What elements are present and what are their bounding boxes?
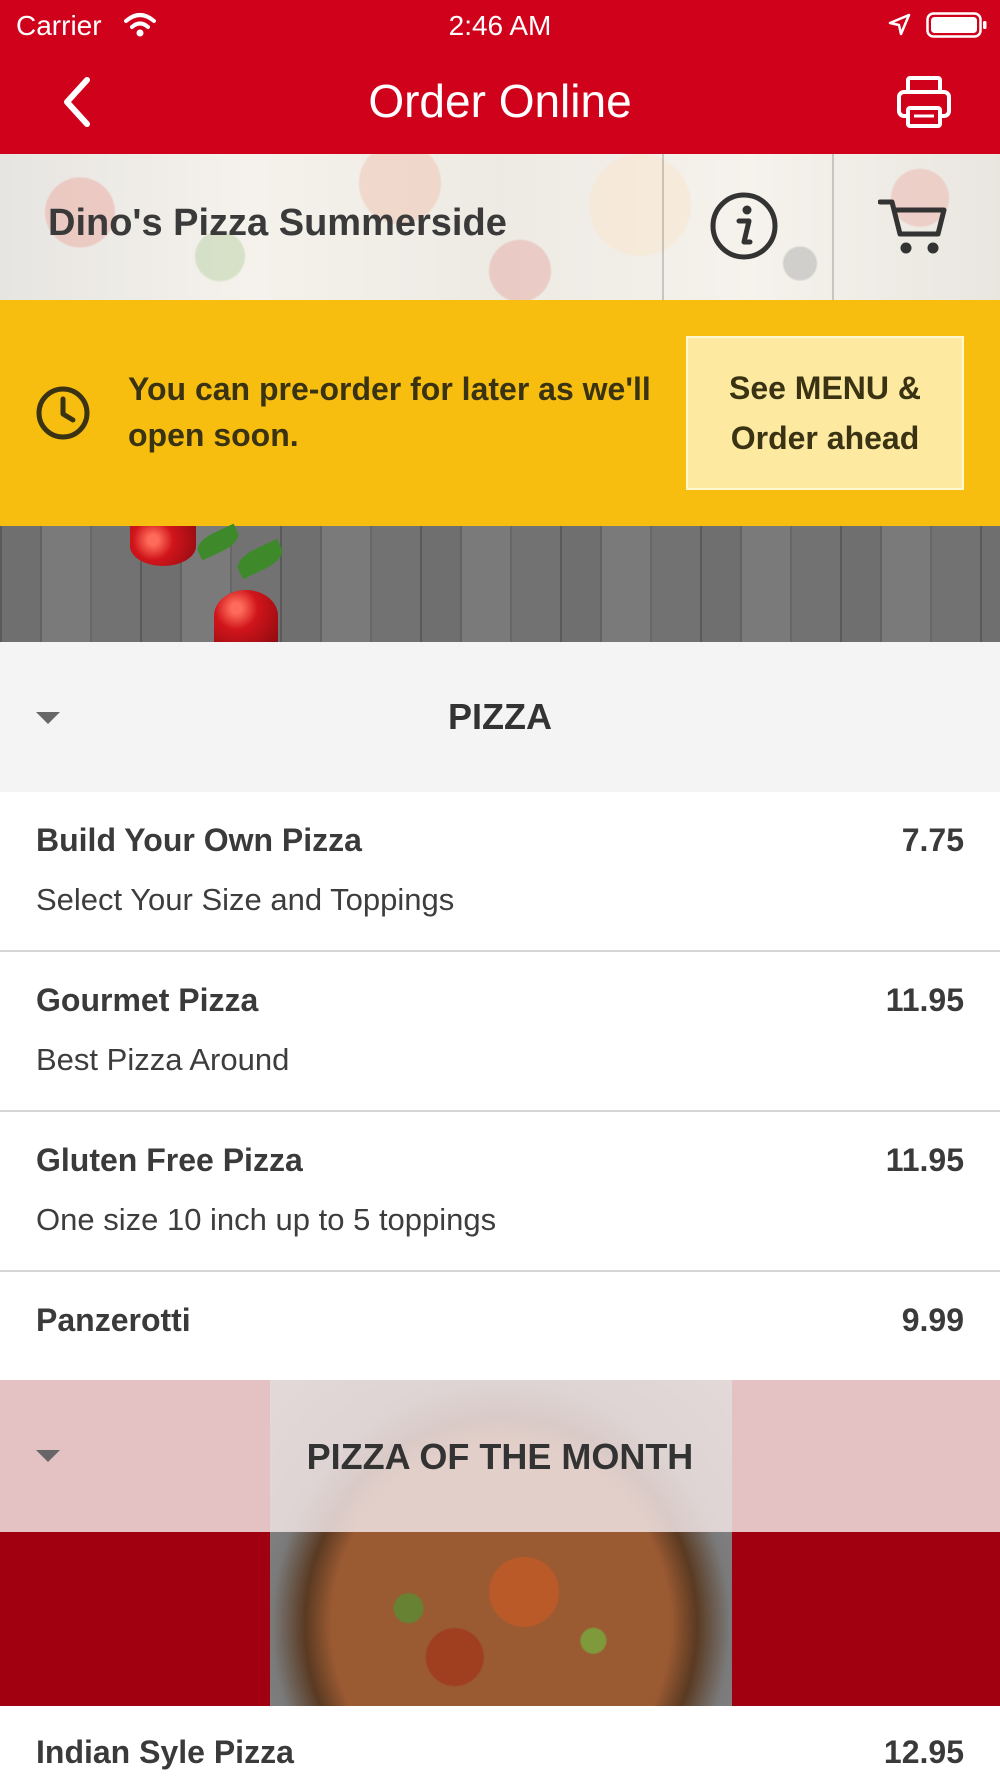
item-description: One size 10 inch up to 5 toppings	[36, 1202, 497, 1237]
restaurant-name: Dino's Pizza Summerside	[48, 202, 507, 244]
divider	[832, 154, 834, 300]
item-price: 12.95	[883, 1734, 964, 1770]
basil-leaf-image	[193, 523, 243, 561]
item-name: Gourmet Pizza	[36, 982, 259, 1018]
menu-item[interactable]: Panzerotti 9.99	[0, 1272, 1000, 1380]
section-header-pizza-of-the-month[interactable]: PIZZA OF THE MONTH	[0, 1380, 1000, 1532]
item-name: Build Your Own Pizza	[36, 822, 362, 858]
item-description: Best Pizza Around	[36, 1042, 290, 1077]
status-bar: Carrier 2:46 AM	[0, 0, 1000, 50]
see-menu-order-ahead-button[interactable]: See MENU & Order ahead	[686, 336, 964, 490]
clock-icon	[36, 386, 90, 440]
page-title: Order Online	[368, 75, 632, 127]
menu-item[interactable]: Indian Syle Pizza 12.95	[0, 1706, 1000, 1778]
item-price: 9.99	[901, 1302, 964, 1338]
location-arrow-icon	[888, 13, 911, 36]
section-header-pizza[interactable]: PIZZA	[0, 642, 1000, 792]
printer-icon[interactable]	[894, 72, 954, 132]
navigation-bar: Order Online	[0, 50, 1000, 154]
basil-leaf-image	[233, 538, 287, 580]
divider	[662, 154, 664, 300]
menu-item[interactable]: Gourmet Pizza 11.95 Best Pizza Around	[0, 952, 1000, 1112]
item-price: 11.95	[885, 1142, 964, 1178]
cta-line-2: Order ahead	[730, 420, 920, 456]
pizza-of-the-month-banner: PIZZA OF THE MONTH	[0, 1380, 1000, 1706]
item-price: 11.95	[885, 982, 964, 1018]
item-description: Select Your Size and Toppings	[36, 882, 455, 917]
decorative-banner	[0, 523, 1000, 642]
section-title: PIZZA	[448, 696, 552, 737]
app-header: Carrier 2:46 AM Order Online	[0, 0, 1000, 154]
info-icon[interactable]	[708, 190, 780, 262]
preorder-notice: You can pre-order for later as we'll ope…	[0, 300, 1000, 526]
status-time: 2:46 AM	[448, 10, 552, 41]
item-name: Panzerotti	[36, 1302, 191, 1338]
menu-item[interactable]: Build Your Own Pizza 7.75 Select Your Si…	[0, 792, 1000, 952]
restaurant-bar: Dino's Pizza Summerside	[0, 154, 1000, 300]
cta-line-1: See MENU &	[728, 370, 922, 406]
menu-item[interactable]: Gluten Free Pizza 11.95 One size 10 inch…	[0, 1112, 1000, 1272]
section-title: PIZZA OF THE MONTH	[306, 1436, 694, 1477]
cart-icon[interactable]	[878, 194, 950, 258]
preorder-message: You can pre-order for later as we'll ope…	[128, 371, 651, 453]
tomato-image	[214, 590, 278, 642]
tomato-image	[130, 526, 196, 566]
item-name: Indian Syle Pizza	[36, 1734, 294, 1770]
battery-icon	[926, 12, 987, 38]
item-price: 7.75	[901, 822, 964, 858]
item-name: Gluten Free Pizza	[36, 1142, 303, 1178]
